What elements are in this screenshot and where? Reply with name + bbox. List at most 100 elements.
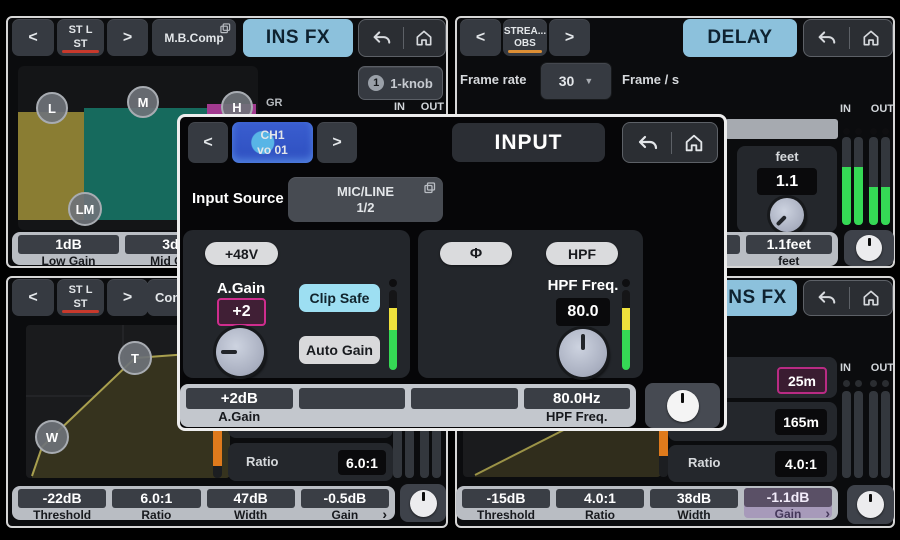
param-cell[interactable]: 1dBLow Gain xyxy=(18,235,119,262)
param-cell-width[interactable]: 47dBWidth xyxy=(207,489,295,517)
analog-gain-knob[interactable] xyxy=(216,328,264,376)
low-mid-crossover-handle[interactable]: LM xyxy=(68,192,102,226)
next-channel-button[interactable]: > xyxy=(549,19,590,56)
param-cell-threshold[interactable]: -15dBThreshold xyxy=(462,489,550,517)
param-cell-ratio[interactable]: 4.0:1Ratio xyxy=(556,489,644,517)
ratio-value[interactable]: 4.0:1 xyxy=(775,451,827,477)
touch-knob-button[interactable] xyxy=(844,230,894,266)
param-cell-threshold[interactable]: -22dBThreshold xyxy=(18,489,106,517)
param-cell[interactable] xyxy=(411,388,518,423)
library-button[interactable]: M.B.Comp xyxy=(152,19,236,56)
home-icon[interactable] xyxy=(683,132,705,154)
input-source-label: Input Source xyxy=(192,190,284,207)
param-cell-gain-selected[interactable]: -1.1dB Gain› xyxy=(744,488,832,518)
in-meter-2 xyxy=(854,137,863,225)
chevron-right-icon: > xyxy=(565,29,574,47)
parameter-strip: -15dBThreshold 4.0:1Ratio 38dBWidth -1.1… xyxy=(456,486,838,520)
divider xyxy=(403,27,404,49)
param-cell-ratio[interactable]: 6.0:1Ratio xyxy=(112,489,200,517)
channel-name: ST L xyxy=(69,24,93,37)
prev-channel-button[interactable]: < xyxy=(12,19,54,56)
out-meter-1 xyxy=(869,137,878,225)
param-cell-gain[interactable]: -0.5dBGain› xyxy=(301,489,389,517)
low-band-handle[interactable]: L xyxy=(36,92,68,124)
hpf-button[interactable]: HPF xyxy=(546,242,618,265)
param-cell[interactable]: 1.1feetfeet xyxy=(746,235,833,263)
dialog-title-input: INPUT xyxy=(452,123,605,162)
delay-unit-label: feet xyxy=(737,149,837,164)
undo-icon[interactable] xyxy=(815,287,837,309)
next-channel-button[interactable]: > xyxy=(317,122,357,163)
in-meter-1 xyxy=(842,137,851,225)
ratio-label: Ratio xyxy=(688,455,721,470)
hpf-freq-value[interactable]: 80.0 xyxy=(556,298,610,326)
home-icon[interactable] xyxy=(861,288,881,308)
input-level-meter xyxy=(389,290,397,370)
channel-select-button[interactable]: ST LST xyxy=(57,19,104,56)
phase-button[interactable]: Φ xyxy=(440,242,512,265)
input-source-button[interactable]: MIC/LINE1/2 xyxy=(288,177,443,222)
out-meter-1 xyxy=(869,391,878,478)
input-level-meter xyxy=(622,290,630,370)
touch-knob-button[interactable] xyxy=(645,383,720,428)
param-cell-again[interactable]: +2dBA.Gain xyxy=(186,388,293,423)
undo-icon[interactable] xyxy=(635,131,659,155)
one-knob-button[interactable]: 1 1-knob xyxy=(358,66,443,100)
touch-knob-button[interactable] xyxy=(400,484,446,522)
home-icon[interactable] xyxy=(861,28,881,48)
chevron-left-icon: < xyxy=(203,134,212,152)
param-cell[interactable] xyxy=(299,388,406,423)
touch-knob-button[interactable] xyxy=(847,485,894,524)
channel-select-button[interactable]: STREA...OBS xyxy=(503,19,547,56)
meter-peak-dot xyxy=(882,380,889,387)
param-cell-hpf[interactable]: 80.0HzHPF Freq. xyxy=(524,388,631,423)
mid-band-handle[interactable]: M xyxy=(127,86,159,118)
page-title-insfx: INS FX xyxy=(243,19,353,57)
next-channel-button[interactable]: > xyxy=(107,19,148,56)
undo-icon[interactable] xyxy=(815,27,837,49)
channel-select-button[interactable]: ST LST xyxy=(57,279,104,316)
width-handle[interactable]: W xyxy=(35,420,69,454)
delay-scale-bar[interactable] xyxy=(725,119,838,139)
clip-safe-button[interactable]: Clip Safe xyxy=(299,284,380,312)
release-value[interactable]: 165m xyxy=(775,409,827,435)
next-channel-button[interactable]: > xyxy=(107,279,148,316)
in-meter-2 xyxy=(405,428,414,478)
hpf-freq-knob[interactable] xyxy=(559,329,607,377)
meter-peak-dot xyxy=(870,380,877,387)
phantom-power-button[interactable]: +48V xyxy=(205,242,278,265)
channel-color-bar xyxy=(62,310,99,313)
threshold-handle[interactable]: T xyxy=(118,341,152,375)
attack-value[interactable]: 25m xyxy=(777,367,827,394)
frame-rate-dropdown[interactable]: 30 ▼ xyxy=(540,62,612,100)
analog-gain-label: A.Gain xyxy=(210,280,272,297)
page-title-insfx: NS FX xyxy=(718,280,797,316)
more-chevron-icon: › xyxy=(382,507,387,521)
param-cell-width[interactable]: 38dBWidth xyxy=(650,489,738,517)
in-meter-2 xyxy=(854,391,863,478)
frame-unit-label: Frame / s xyxy=(622,72,679,87)
one-knob-badge: 1 xyxy=(368,75,384,91)
more-chevron-icon: › xyxy=(825,506,830,520)
copy-icon xyxy=(220,23,231,34)
prev-channel-button[interactable]: < xyxy=(12,279,54,316)
analog-gain-value[interactable]: +2 xyxy=(217,298,266,326)
undo-icon[interactable] xyxy=(370,27,392,49)
mixer-screen: < ST LST > M.B.Comp INS FX L M H LM 1 1-… xyxy=(0,0,900,540)
home-icon[interactable] xyxy=(414,28,434,48)
in-out-meter-labels: INOUT xyxy=(394,101,444,113)
auto-gain-button[interactable]: Auto Gain xyxy=(299,336,380,364)
meter-peak-dot xyxy=(843,380,850,387)
nav-group xyxy=(803,19,893,57)
divider xyxy=(849,287,850,309)
in-out-meter-labels: INOUT xyxy=(840,362,894,374)
delay-knob[interactable] xyxy=(770,198,804,232)
prev-channel-button[interactable]: < xyxy=(460,19,501,56)
chevron-left-icon: < xyxy=(28,289,37,307)
in-out-meter-labels: INOUT xyxy=(840,103,894,115)
in-meter-1 xyxy=(393,428,402,478)
ratio-value[interactable]: 6.0:1 xyxy=(338,450,386,475)
prev-channel-button[interactable]: < xyxy=(188,122,228,163)
out-meter-2 xyxy=(432,428,441,478)
channel-select-button[interactable]: CH1vo 01 xyxy=(232,122,313,163)
